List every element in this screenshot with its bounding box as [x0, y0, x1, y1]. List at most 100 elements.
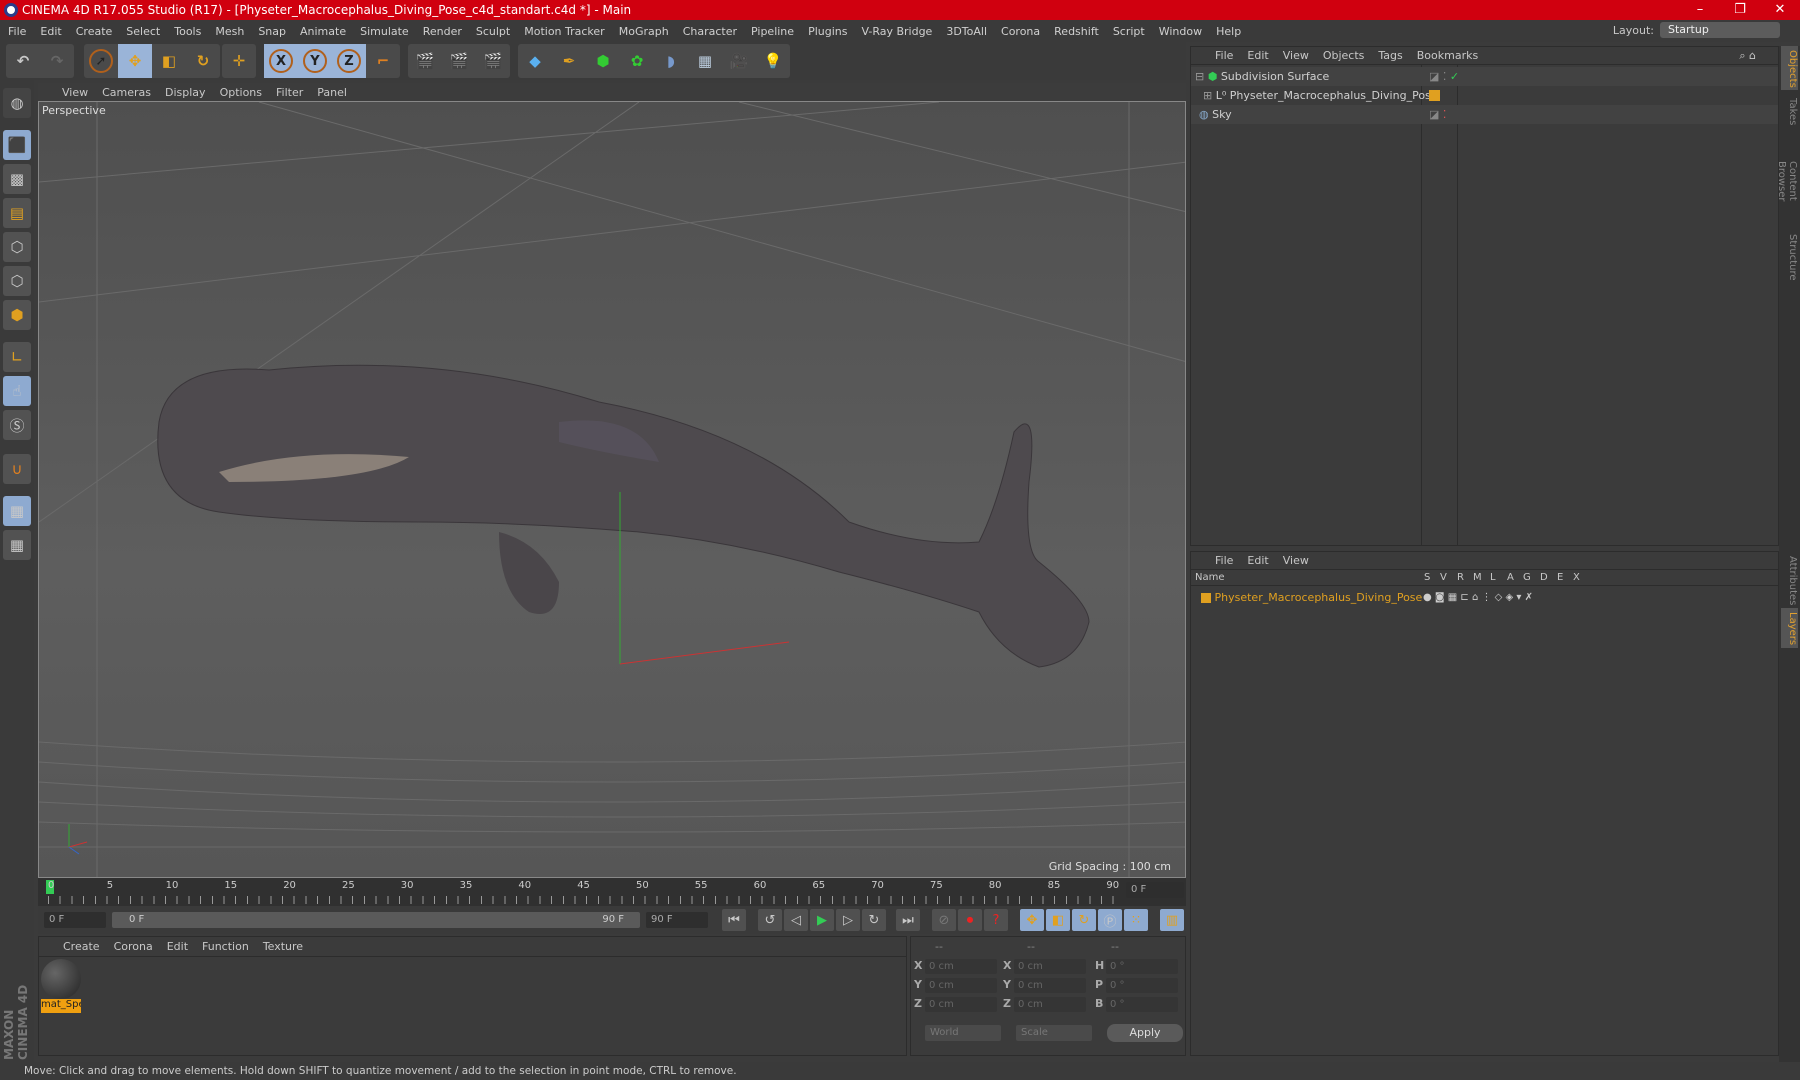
material-menu-create[interactable]: Create	[63, 940, 100, 953]
search-icon[interactable]: ⌕ ⌂	[1739, 49, 1756, 63]
viewport-menu-cameras[interactable]: Cameras	[102, 86, 151, 99]
menu-sculpt[interactable]: Sculpt	[476, 25, 510, 38]
move-tool-icon[interactable]: ✥	[118, 44, 152, 78]
snap-icon[interactable]: Ⓢ	[3, 410, 31, 440]
key-rotation-icon[interactable]: ↻	[1072, 909, 1096, 931]
viewport-menu-filter[interactable]: Filter	[276, 86, 303, 99]
viewport-menu-display[interactable]: Display	[165, 86, 206, 99]
menu-render[interactable]: Render	[423, 25, 462, 38]
column-generators[interactable]: G	[1523, 572, 1531, 583]
object-row[interactable]: ⊟ ⬢ Subdivision Surface ◪ ⁚ ✓	[1191, 67, 1778, 86]
coord-value-field[interactable]: 0 cm	[1014, 978, 1086, 993]
layer-row[interactable]: Physeter_Macrocephalus_Diving_Pose ● ◙ ▦…	[1191, 588, 1778, 607]
coord-mode-dropdown[interactable]: Scale	[1016, 1025, 1092, 1041]
menu-vray-bridge[interactable]: V-Ray Bridge	[861, 25, 932, 38]
pen-spline-icon[interactable]: ✒	[552, 44, 586, 78]
editor-visibility-icon[interactable]: ◪ ⁚ ✓	[1429, 67, 1459, 86]
layers-menu-edit[interactable]: Edit	[1247, 554, 1268, 567]
close-button[interactable]: ✕	[1760, 0, 1800, 20]
menu-animate[interactable]: Animate	[300, 25, 346, 38]
3d-viewport[interactable]: Perspective Grid Spacing : 100 cm	[38, 101, 1186, 878]
magnet-icon[interactable]: ∪	[3, 454, 31, 484]
coord-value-field[interactable]: 0 °	[1106, 997, 1178, 1012]
subdivision-icon[interactable]: ⬢	[586, 44, 620, 78]
start-frame-field[interactable]: 0 F	[44, 912, 106, 928]
material-menu-edit[interactable]: Edit	[167, 940, 188, 953]
edges-mode-icon[interactable]: ⬡	[3, 266, 31, 296]
range-slider[interactable]: 0 F 90 F	[112, 912, 640, 928]
keyframe-selection-icon[interactable]: ?	[984, 909, 1008, 931]
material-menu-corona[interactable]: Corona	[114, 940, 153, 953]
menu-help[interactable]: Help	[1216, 25, 1241, 38]
array-icon[interactable]: ✿	[620, 44, 654, 78]
viewport-menu-view[interactable]: View	[62, 86, 88, 99]
menu-script[interactable]: Script	[1113, 25, 1145, 38]
tab-layers[interactable]: Layers	[1781, 608, 1798, 648]
grid-snap-icon[interactable]: ▦	[3, 530, 31, 560]
go-to-end-icon[interactable]: ⏭	[896, 909, 920, 931]
coord-value-field[interactable]: 0 cm	[925, 959, 997, 974]
go-to-start-icon[interactable]: ⏮	[722, 909, 746, 931]
material-menu-function[interactable]: Function	[202, 940, 249, 953]
key-scale-icon[interactable]: ◧	[1046, 909, 1070, 931]
key-position-icon[interactable]: ✥	[1020, 909, 1044, 931]
select-tool-icon[interactable]: ➚	[84, 44, 118, 78]
z-axis-lock-button[interactable]: Z	[332, 44, 366, 78]
render-settings-icon[interactable]: 🎬	[476, 44, 510, 78]
scale-tool-icon[interactable]: ◧	[152, 44, 186, 78]
coord-value-field[interactable]: 0 °	[1106, 959, 1178, 974]
workplane-icon[interactable]: ▤	[3, 198, 31, 228]
undo-icon[interactable]: ↶	[6, 44, 40, 78]
objects-menu-bookmarks[interactable]: Bookmarks	[1417, 49, 1478, 62]
rotate-tool-icon[interactable]: ↻	[186, 44, 220, 78]
objects-menu-view[interactable]: View	[1283, 49, 1309, 62]
previous-key-icon[interactable]: ↺	[758, 909, 782, 931]
coord-value-field[interactable]: 0 cm	[925, 997, 997, 1012]
objects-menu-objects[interactable]: Objects	[1323, 49, 1365, 62]
editor-visibility-icon[interactable]: ◪ ⁚	[1429, 105, 1446, 124]
menu-mesh[interactable]: Mesh	[215, 25, 244, 38]
tab-takes[interactable]: Takes	[1781, 94, 1798, 130]
objects-menu-file[interactable]: File	[1215, 49, 1233, 62]
key-parameter-icon[interactable]: Ⓟ	[1098, 909, 1122, 931]
tab-objects[interactable]: Objects	[1781, 46, 1798, 90]
next-key-icon[interactable]: ↻	[862, 909, 886, 931]
key-pla-icon[interactable]: ⁙	[1124, 909, 1148, 931]
cube-object-icon[interactable]: ◆	[518, 44, 552, 78]
y-axis-lock-button[interactable]: Y	[298, 44, 332, 78]
tab-structure[interactable]: Structure	[1781, 230, 1798, 282]
menu-edit[interactable]: Edit	[40, 25, 61, 38]
current-frame-field[interactable]: 0 F	[1126, 882, 1184, 898]
apply-button[interactable]: Apply	[1107, 1024, 1183, 1042]
menu-select[interactable]: Select	[126, 25, 160, 38]
layers-menu-file[interactable]: File	[1215, 554, 1233, 567]
menu-motion-tracker[interactable]: Motion Tracker	[524, 25, 604, 38]
menu-plugins[interactable]: Plugins	[808, 25, 847, 38]
tab-content-browser[interactable]: Content Browser	[1776, 136, 1798, 226]
column-render[interactable]: R	[1457, 572, 1464, 583]
column-xrefs[interactable]: X	[1573, 572, 1580, 583]
column-deformers[interactable]: D	[1540, 572, 1548, 583]
camera-icon[interactable]: 🎥	[722, 44, 756, 78]
coordinate-system-icon[interactable]: ⌐	[366, 44, 400, 78]
menu-file[interactable]: File	[8, 25, 26, 38]
layers-menu-view[interactable]: View	[1283, 554, 1309, 567]
play-icon[interactable]: ▶	[810, 909, 834, 931]
material-menu-texture[interactable]: Texture	[263, 940, 303, 953]
floor-icon[interactable]: ▦	[688, 44, 722, 78]
deformer-icon[interactable]: ◗	[654, 44, 688, 78]
objects-menu-tags[interactable]: Tags	[1378, 49, 1402, 62]
column-manager[interactable]: M	[1473, 572, 1482, 583]
next-frame-icon[interactable]: ▷	[836, 909, 860, 931]
texture-mode-icon[interactable]: ▩	[3, 164, 31, 194]
menu-mograph[interactable]: MoGraph	[619, 25, 669, 38]
column-animation[interactable]: A	[1507, 572, 1514, 583]
axis-mode-icon[interactable]: ∟	[3, 342, 31, 372]
light-icon[interactable]: 💡	[756, 44, 790, 78]
restore-button[interactable]: ❐	[1720, 0, 1760, 20]
menu-3dtoall[interactable]: 3DToAll	[946, 25, 987, 38]
menu-pipeline[interactable]: Pipeline	[751, 25, 794, 38]
model-mode-icon[interactable]: ⬛	[3, 130, 31, 160]
object-row[interactable]: ⊞ L⁰ Physeter_Macrocephalus_Diving_Pose	[1191, 86, 1778, 105]
menu-snap[interactable]: Snap	[258, 25, 286, 38]
